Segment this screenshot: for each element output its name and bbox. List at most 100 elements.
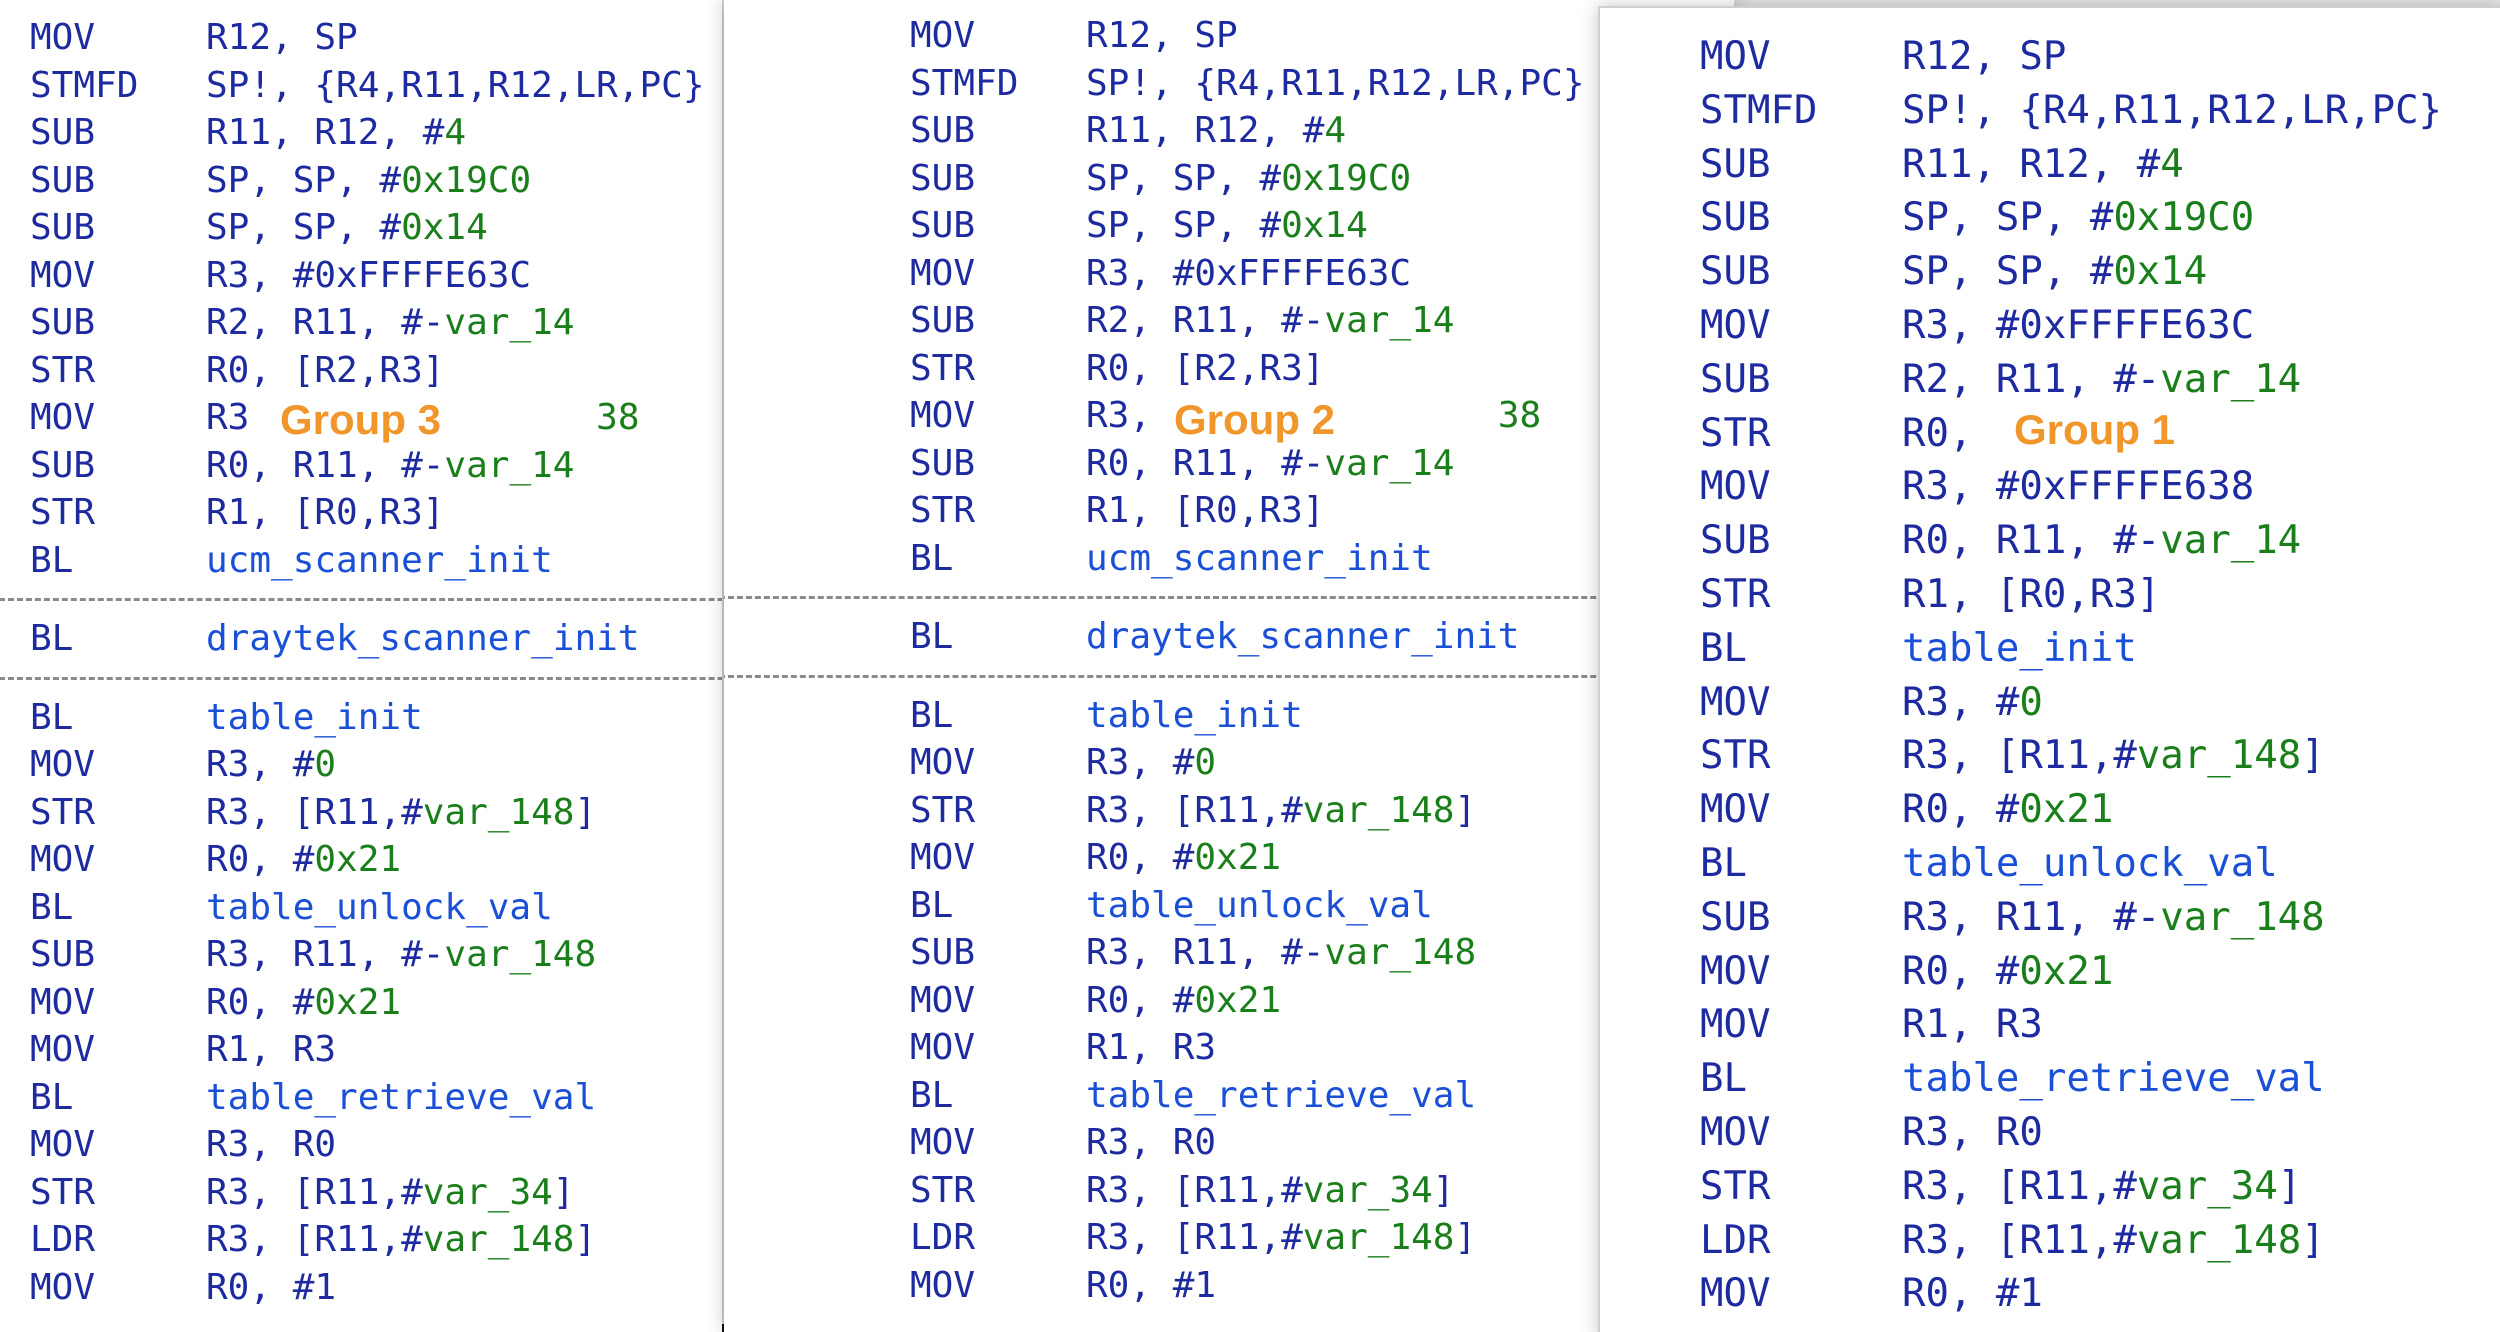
instruction-line[interactable]: LDR R3, [R11,#var_148]: [30, 1216, 722, 1264]
operand-text: R11, R12, #: [1086, 110, 1325, 151]
symbol-reference[interactable]: table_unlock_val: [206, 887, 553, 928]
instruction-line[interactable]: MOV R3, #0xFFFFE63C: [30, 252, 722, 300]
instruction-line[interactable]: BL table_unlock_val: [1700, 837, 2500, 891]
instruction-line[interactable]: MOV R12, SP: [30, 14, 722, 62]
symbol-reference[interactable]: table_retrieve_val: [206, 1077, 596, 1118]
mnemonic: BL: [1700, 625, 1747, 671]
operands: R1, [R0,R3]: [206, 489, 444, 537]
instruction-line[interactable]: MOV R0, #0x21: [1700, 945, 2500, 999]
group-label: Group 3: [270, 396, 452, 444]
instruction-line[interactable]: SUB SP, SP, #0x19C0: [30, 157, 722, 205]
operand-text: R12, SP: [1086, 15, 1238, 56]
instruction-line[interactable]: SUB R0, R11, #-var_14: [30, 442, 722, 490]
operands: R2, R11, #-var_14: [206, 299, 574, 347]
instruction-line[interactable]: STMFD SP!, {R4,R11,R12,LR,PC}: [1700, 84, 2500, 138]
instruction-line[interactable]: MOV R3, #0xFFFFE63C: [1700, 299, 2500, 353]
operand-value: 0: [2019, 679, 2043, 725]
symbol-reference[interactable]: table_unlock_val: [1902, 841, 2278, 886]
instruction-line[interactable]: STR R3, [R11,#var_34]: [1700, 1160, 2500, 1214]
operand-value: var_148: [2160, 894, 2325, 940]
mnemonic: MOV: [1700, 787, 1771, 833]
instruction-line[interactable]: SUB SP, SP, #0x19C0: [1700, 191, 2500, 245]
mnemonic: STMFD: [910, 62, 1019, 104]
operand-value: 0x21: [314, 981, 402, 1023]
instruction-line[interactable]: MOV R0, #0x21: [1700, 783, 2500, 837]
instruction-line[interactable]: STR R1, [R0,R3]: [1700, 568, 2500, 622]
instruction-line[interactable]: MOV R12, SP: [1700, 30, 2500, 84]
operands: R0,: [1902, 407, 1972, 461]
symbol-reference[interactable]: table_retrieve_val: [1086, 1075, 1476, 1116]
instruction-line[interactable]: BL ucm_scanner_init: [30, 537, 722, 585]
symbol-reference[interactable]: ucm_scanner_init: [1086, 538, 1433, 579]
symbol-reference[interactable]: draytek_scanner_init: [206, 618, 639, 659]
instruction-line[interactable]: SUB R2, R11, #-var_14: [30, 299, 722, 347]
mnemonic: SUB: [910, 110, 976, 151]
instruction-line[interactable]: SUB R0, R11, #-var_14: [1700, 514, 2500, 568]
symbol-reference[interactable]: ucm_scanner_init: [206, 540, 553, 581]
instruction-line[interactable]: BL table_retrieve_val: [1700, 1052, 2500, 1106]
instruction-line[interactable]: MOV R1, R3: [30, 1026, 722, 1074]
symbol-reference[interactable]: table_init: [1902, 626, 2137, 671]
instruction-line[interactable]: MOV R3, R0: [1700, 1106, 2500, 1160]
disassembly-panel-group-2[interactable]: MOV R12, SP STMFD SP!, {R4,R11,R12,LR,PC} SU…: [724, 0, 1734, 1332]
instruction-line[interactable]: MOV R0, #0x21: [30, 836, 722, 884]
mnemonic: SUB: [910, 205, 976, 246]
operands: R0, #0x21: [206, 979, 401, 1027]
mnemonic: STR: [910, 347, 976, 389]
instruction-line[interactable]: BL table_init: [1700, 622, 2500, 676]
disassembly-panel-group-1[interactable]: MOV R12, SP STMFD SP!, {R4,R11,R12,LR,PC} SU…: [1598, 6, 2500, 1332]
mnemonic: STR: [1700, 571, 1771, 617]
operands: R3, #0xFFFFE63C: [1086, 250, 1411, 298]
mnemonic: MOV: [30, 17, 96, 58]
instruction-line[interactable]: SUB R11, R12, #4: [1700, 138, 2500, 192]
mnemonic: STR: [910, 789, 976, 831]
instruction-line[interactable]: MOV R0, #1: [1700, 1267, 2500, 1321]
instruction-line[interactable]: SUB R2, R11, #-var_14: [1700, 353, 2500, 407]
instruction-line[interactable]: SUB SP, SP, #0x14: [1700, 245, 2500, 299]
operands: R1, R3: [1086, 1024, 1216, 1072]
instruction-line[interactable]: LDR R3, [R11,#var_148]: [1700, 1214, 2500, 1268]
mnemonic: STR: [1700, 1163, 1771, 1209]
instruction-line[interactable]: MOV R3, R0: [30, 1121, 722, 1169]
operand-value: 0x14: [1281, 205, 1368, 246]
instruction-line[interactable]: STR R1, [R0,R3]: [30, 489, 722, 537]
instruction-line[interactable]: STR R3, [R11,#var_148]: [30, 789, 722, 837]
operand-text: R0, [R2,R3]: [1086, 347, 1325, 389]
instruction-line[interactable]: SUB SP, SP, #0x14: [30, 204, 722, 252]
instruction-line[interactable]: SUB R3, R11, #-var_148: [30, 931, 722, 979]
instruction-line[interactable]: BL draytek_scanner_init: [30, 615, 722, 663]
disassembly-panel-group-3[interactable]: MOV R12, SP STMFD SP!, {R4,R11,R12,LR,PC} SU…: [0, 0, 722, 1332]
symbol-reference[interactable]: table_unlock_val: [1086, 885, 1433, 926]
operands: R3, [R11,#var_148]: [206, 789, 596, 837]
instruction-line[interactable]: MOV R3, #0xFFFFE638: [1700, 460, 2500, 514]
instruction-line[interactable]: BL table_init: [30, 694, 722, 742]
instruction-line[interactable]: STR R0, [R2,R3]: [30, 347, 722, 395]
instruction-line[interactable]: STR R3, [R11,#var_34]: [30, 1169, 722, 1217]
operand-value: 0x21: [2019, 787, 2114, 833]
operand-text: ]: [1454, 1217, 1477, 1258]
operand-text: R0, #: [206, 839, 315, 880]
symbol-reference[interactable]: table_init: [1086, 695, 1303, 736]
operands: R11, R12, #4: [1902, 138, 2184, 192]
instruction-line[interactable]: BL table_unlock_val: [30, 884, 722, 932]
instruction-line[interactable]: MOV R1, R3: [1700, 998, 2500, 1052]
operands: R1, R3: [1902, 998, 2043, 1052]
symbol-reference[interactable]: table_init: [206, 697, 423, 738]
instruction-line[interactable]: BL table_retrieve_val: [30, 1074, 722, 1122]
mnemonic: MOV: [910, 1027, 976, 1068]
instruction-line[interactable]: SUB R11, R12, #4: [30, 109, 722, 157]
instruction-line[interactable]: MOV R0, #0x21: [30, 979, 722, 1027]
operands: R3, [R11,#var_34]: [1902, 1160, 2301, 1214]
instruction-line[interactable]: STMFD SP!, {R4,R11,R12,LR,PC}: [30, 62, 722, 110]
instruction-line[interactable]: SUB R3, R11, #-var_148: [1700, 891, 2500, 945]
symbol-reference[interactable]: table_retrieve_val: [1902, 1056, 2325, 1101]
operands: ucm_scanner_init: [1086, 535, 1433, 583]
operands: SP, SP, #0x19C0: [1086, 155, 1411, 203]
mnemonic: BL: [1700, 1056, 1747, 1102]
instruction-line[interactable]: STR R3, [R11,#var_148]: [1700, 729, 2500, 783]
instruction-line[interactable]: MOV R0, #1: [30, 1264, 722, 1312]
instruction-line[interactable]: MOV R3, #0: [30, 741, 722, 789]
symbol-reference[interactable]: draytek_scanner_init: [1086, 616, 1519, 657]
operands: R3, [R11,#var_148]: [1086, 1214, 1476, 1262]
instruction-line[interactable]: MOV R3, #0: [1700, 676, 2500, 730]
